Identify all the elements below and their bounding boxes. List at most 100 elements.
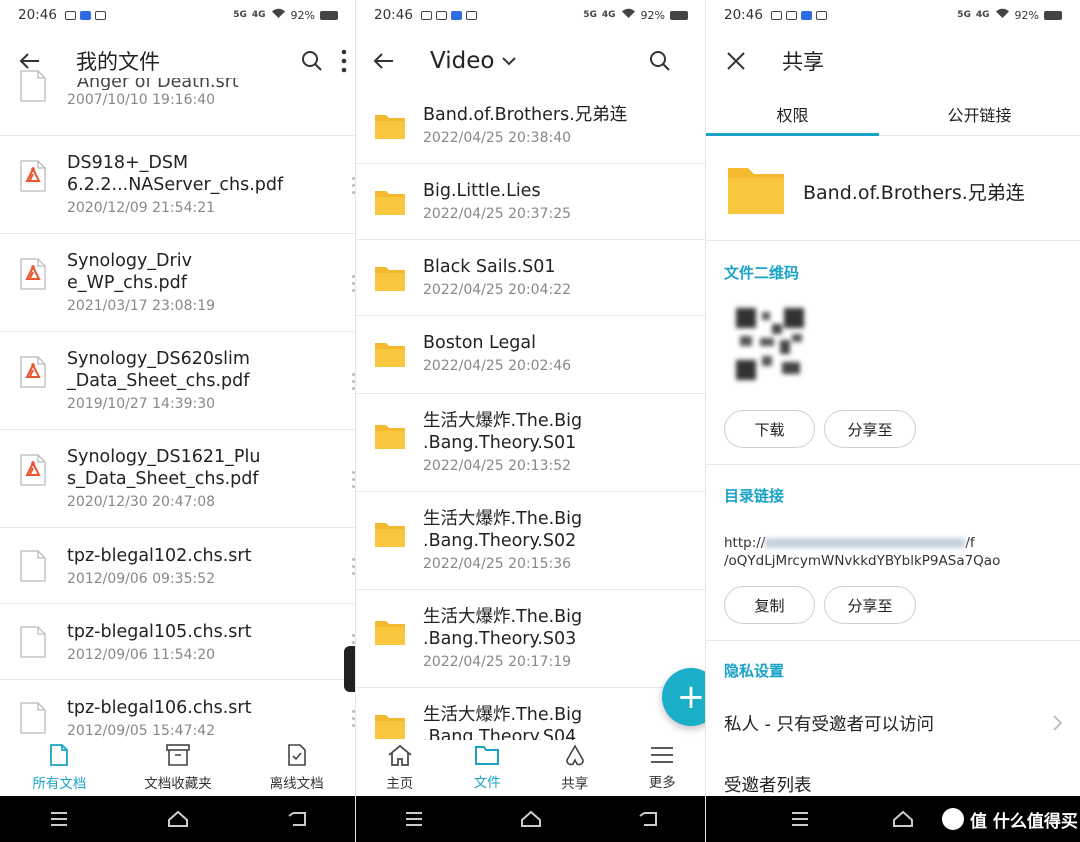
pdf-file-icon bbox=[20, 258, 46, 294]
archive-icon bbox=[166, 744, 190, 770]
battery-percent: 92% bbox=[290, 8, 315, 22]
nav-item-share[interactable]: 共享 bbox=[531, 740, 619, 796]
nav-item-folder[interactable]: 文件 bbox=[444, 740, 532, 796]
status-bar: 20:46 5G 4G 92% bbox=[0, 0, 356, 30]
overflow-menu-button[interactable] bbox=[332, 41, 356, 81]
file-name: Synology_DS1621_Plu s_Data_Sheet_chs.pdf bbox=[67, 447, 261, 489]
folder-row[interactable]: 生活大爆炸.The.Big .Bang.Theory.S02 2022/04/25 … bbox=[356, 492, 706, 590]
back-button[interactable] bbox=[364, 41, 404, 81]
file-date: 2021/03/17 23:08:19 bbox=[67, 298, 216, 314]
folder-icon bbox=[726, 162, 786, 220]
search-button[interactable] bbox=[292, 41, 332, 81]
qr-section-title: 文件二维码 bbox=[724, 264, 800, 282]
file-name: Anger of Death.srt bbox=[77, 78, 239, 90]
chevron-down-icon[interactable] bbox=[502, 56, 517, 66]
folder-row[interactable]: 生活大爆炸.The.Big .Bang.Theory.S03 2022/04/25 … bbox=[356, 590, 706, 688]
nav-label: 主页 bbox=[386, 776, 414, 792]
recent-apps-icon[interactable] bbox=[404, 811, 424, 827]
folder-row[interactable]: 生活大爆炸.The.Big .Bang.Theory.S04 bbox=[356, 688, 706, 748]
back-nav-icon[interactable] bbox=[287, 811, 307, 827]
status-time: 20:46 bbox=[18, 7, 57, 23]
battery-icon bbox=[670, 10, 688, 20]
nav-item-document[interactable]: 所有文档 bbox=[0, 740, 119, 796]
battery-percent: 92% bbox=[640, 8, 665, 22]
file-row[interactable]: Anger of Death.srt 2007/10/10 19:16:40 bbox=[0, 70, 356, 136]
nav-label: 共享 bbox=[561, 776, 589, 792]
nav-item-home[interactable]: 主页 bbox=[356, 740, 444, 796]
file-row[interactable]: Synology_Driv e_WP_chs.pdf 2021/03/17 23:0… bbox=[0, 234, 356, 332]
file-row[interactable]: Synology_DS1621_Plu s_Data_Sheet_chs.pdf 2… bbox=[0, 430, 356, 528]
file-row[interactable]: Synology_DS620slim _Data_Sheet_chs.pdf 201… bbox=[0, 332, 356, 430]
folder-icon bbox=[374, 188, 406, 220]
notification-icon bbox=[64, 10, 76, 20]
folder-list: Band.of.Brothers.兄弟连 2022/04/25 20:38:40 B… bbox=[356, 88, 706, 748]
wifi-icon bbox=[271, 8, 286, 22]
text-file-icon bbox=[20, 626, 46, 662]
close-button[interactable] bbox=[716, 41, 756, 81]
status-bar: 20:46 5G 4G 92% bbox=[706, 0, 1080, 30]
folder-row[interactable]: 生活大爆炸.The.Big .Bang.Theory.S01 2022/04/25 … bbox=[356, 394, 706, 492]
share-link-button[interactable]: 分享至 bbox=[824, 586, 916, 624]
plus-icon: + bbox=[676, 677, 706, 717]
file-row[interactable]: DS918+_DSM 6.2.2...NAServer_chs.pdf 2020/1… bbox=[0, 136, 356, 234]
home-nav-icon[interactable] bbox=[520, 810, 542, 828]
system-nav-bar bbox=[356, 796, 706, 842]
file-date: 2012/09/06 11:54:20 bbox=[67, 647, 216, 663]
file-name: tpz-blegal105.chs.srt bbox=[67, 622, 252, 642]
wifi-icon bbox=[621, 8, 636, 22]
app-bar: Video bbox=[356, 36, 706, 86]
folder-row[interactable]: Big.Little.Lies 2022/04/25 20:37:25 bbox=[356, 164, 706, 240]
folder-row[interactable]: Black Sails.S01 2022/04/25 20:04:22 bbox=[356, 240, 706, 316]
folder-name: 生活大爆炸.The.Big .Bang.Theory.S02 bbox=[423, 509, 583, 551]
nav-label: 文档收藏夹 bbox=[144, 776, 212, 792]
file-row[interactable]: tpz-blegal102.chs.srt 2012/09/06 09:35:52 bbox=[0, 528, 356, 604]
folder-name: Boston Legal bbox=[423, 333, 536, 353]
directory-link-text[interactable]: http:///f /oQYdLjMrcymWNvkkdYBYblkP9ASa7… bbox=[724, 534, 1064, 570]
menu-icon bbox=[650, 745, 674, 769]
recent-apps-icon[interactable] bbox=[790, 811, 810, 827]
network-4g-icon: 4G bbox=[601, 10, 616, 20]
offline-doc-icon bbox=[286, 744, 308, 770]
privacy-setting-row[interactable]: 私人 - 只有受邀者可以访问 bbox=[706, 700, 1080, 746]
nav-item-offline-doc[interactable]: 离线文档 bbox=[237, 740, 356, 796]
download-button[interactable]: 下载 bbox=[724, 410, 815, 448]
folder-row[interactable]: Band.of.Brothers.兄弟连 2022/04/25 20:38:40 bbox=[356, 88, 706, 164]
sim-icon bbox=[465, 10, 477, 20]
tab-permissions[interactable]: 权限 bbox=[706, 92, 879, 136]
shared-folder-name: Band.of.Brothers.兄弟连 bbox=[803, 182, 1025, 204]
file-date: 2007/10/10 19:16:40 bbox=[67, 92, 216, 108]
folder-name: 生活大爆炸.The.Big .Bang.Theory.S03 bbox=[423, 607, 583, 649]
tab-public-link[interactable]: 公开链接 bbox=[879, 92, 1080, 135]
folder-row[interactable]: Boston Legal 2022/04/25 20:02:46 bbox=[356, 316, 706, 394]
battery-percent: 92% bbox=[1014, 8, 1039, 22]
share-qr-button[interactable]: 分享至 bbox=[824, 410, 916, 448]
sim-icon bbox=[815, 10, 827, 20]
blurred-host bbox=[765, 538, 966, 548]
recent-apps-icon[interactable] bbox=[49, 811, 69, 827]
privacy-section-title: 隐私设置 bbox=[724, 662, 785, 680]
system-nav-bar: 值 什么值得买 bbox=[706, 796, 1080, 842]
sim-icon bbox=[94, 10, 106, 20]
nav-item-archive[interactable]: 文档收藏夹 bbox=[119, 740, 238, 796]
folder-title[interactable]: Video bbox=[430, 48, 494, 74]
page-title: 我的文件 bbox=[76, 50, 160, 74]
folder-name: 生活大爆炸.The.Big .Bang.Theory.S01 bbox=[423, 411, 583, 453]
search-icon bbox=[650, 51, 670, 71]
nav-item-menu[interactable]: 更多 bbox=[619, 740, 707, 796]
copy-link-button[interactable]: 复制 bbox=[724, 586, 815, 624]
network-4g-icon: 4G bbox=[975, 10, 990, 20]
file-date: 2020/12/30 20:47:08 bbox=[67, 494, 216, 510]
file-date: 2020/12/09 21:54:21 bbox=[67, 200, 216, 216]
screen-video-folder: 20:46 5G 4G 92% Video Band.of.Brothers.兄… bbox=[356, 0, 706, 842]
home-nav-icon[interactable] bbox=[167, 810, 189, 828]
screen-my-files: 20:46 5G 4G 92% 我的文件 Anger of Death.srt 2… bbox=[0, 0, 356, 842]
search-button[interactable] bbox=[640, 41, 680, 81]
folder-date: 2022/04/25 20:13:52 bbox=[423, 458, 572, 474]
app-notification-icon bbox=[450, 10, 462, 20]
home-nav-icon[interactable] bbox=[892, 810, 914, 828]
folder-icon bbox=[475, 745, 500, 769]
file-row[interactable]: tpz-blegal105.chs.srt 2012/09/06 11:54:20 bbox=[0, 604, 356, 680]
folder-name: Black Sails.S01 bbox=[423, 257, 556, 277]
back-nav-icon[interactable] bbox=[638, 811, 658, 827]
file-date: 2019/10/27 14:39:30 bbox=[67, 396, 216, 412]
